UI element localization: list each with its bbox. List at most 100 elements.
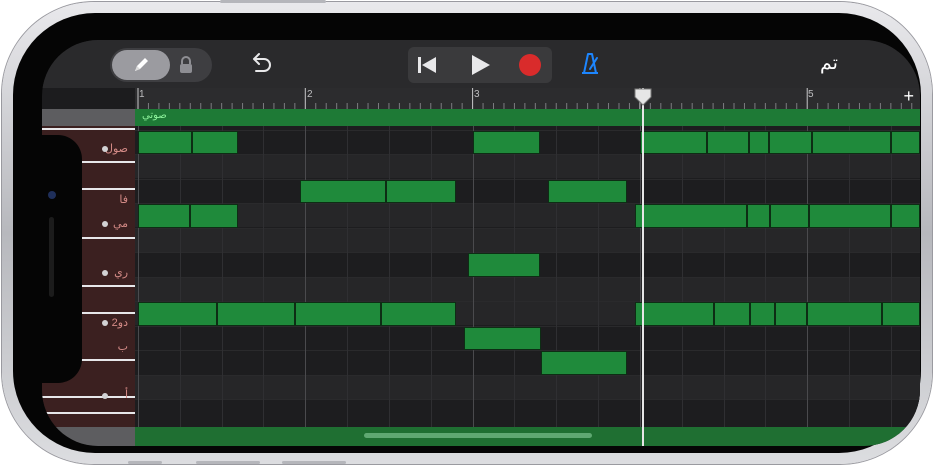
playhead-line[interactable]	[642, 88, 645, 446]
bar-ruler[interactable]: 1 2 3 4 5 +	[135, 86, 920, 109]
bar-line	[807, 126, 809, 427]
midi-note[interactable]	[713, 302, 751, 326]
sensor-notch	[42, 135, 82, 383]
bezel: تم 1 2 3 4 5 + صوتي	[13, 13, 921, 453]
midi-note[interactable]	[882, 302, 920, 326]
region-header-left	[42, 109, 135, 126]
midi-note[interactable]	[216, 302, 296, 326]
grid-row-line	[135, 178, 920, 180]
bar-line	[305, 126, 307, 427]
key-dot-la	[102, 393, 108, 399]
midi-note[interactable]	[138, 130, 192, 154]
region-name: صوتي	[142, 110, 167, 121]
ruler-ticks	[137, 88, 913, 109]
midi-note[interactable]	[890, 130, 920, 154]
beat-line	[347, 126, 349, 427]
add-section-button[interactable]: +	[903, 86, 914, 107]
bar-number-2: 2	[307, 89, 313, 100]
midi-note[interactable]	[768, 130, 813, 154]
volume-button-2	[196, 461, 260, 464]
key-divider	[42, 412, 135, 414]
midi-note[interactable]	[807, 302, 883, 326]
key-dot-re	[102, 270, 108, 276]
midi-note[interactable]	[746, 204, 771, 228]
grid-row-line	[135, 374, 920, 376]
record-button[interactable]	[515, 50, 545, 80]
midi-note[interactable]	[385, 179, 456, 203]
play-button[interactable]	[465, 50, 495, 80]
midi-note[interactable]	[295, 302, 381, 326]
go-to-start-button[interactable]	[412, 50, 442, 80]
midi-note[interactable]	[541, 351, 627, 375]
midi-note[interactable]	[472, 130, 540, 154]
region-bar[interactable]: صوتي	[135, 109, 920, 126]
key-divider	[42, 128, 135, 130]
midi-note[interactable]	[770, 204, 809, 228]
key-label-la: أ	[124, 389, 128, 401]
lock-icon	[180, 56, 192, 73]
metronome-button[interactable]	[575, 49, 605, 79]
grid-row-line	[135, 350, 920, 351]
grid-row-line	[135, 399, 920, 400]
beat-line	[723, 126, 725, 427]
bar-line	[472, 126, 474, 427]
grid-row-line	[135, 276, 920, 278]
done-button[interactable]: تم	[812, 52, 846, 78]
key-label-mi: مي	[112, 218, 128, 230]
grid-row	[135, 399, 920, 423]
piano-roll-grid[interactable]	[135, 126, 920, 427]
midi-note[interactable]	[639, 130, 707, 154]
midi-note[interactable]	[380, 302, 456, 326]
record-icon	[519, 54, 541, 76]
midi-note[interactable]	[191, 130, 239, 154]
undo-button[interactable]	[247, 50, 275, 78]
midi-note[interactable]	[464, 326, 542, 350]
skip-back-icon	[418, 57, 436, 73]
midi-note[interactable]	[750, 302, 776, 326]
midi-note[interactable]	[890, 204, 920, 228]
key-label-si: ب	[117, 341, 128, 353]
beat-line	[179, 126, 181, 427]
midi-note[interactable]	[467, 253, 540, 277]
control-bar: تم	[42, 40, 920, 88]
key-label-fa: فا	[119, 194, 128, 206]
phone-frame: تم 1 2 3 4 5 + صوتي	[2, 0, 932, 464]
bar-line	[639, 126, 641, 427]
midi-note[interactable]	[706, 130, 749, 154]
beat-line	[388, 126, 390, 427]
edit-mode-group	[110, 48, 212, 82]
beat-line	[221, 126, 223, 427]
beat-line	[890, 126, 892, 427]
midi-note[interactable]	[138, 204, 190, 228]
volume-button-3	[282, 461, 346, 464]
grid-row	[135, 374, 920, 399]
midi-note[interactable]	[748, 130, 769, 154]
key-dot-sol	[102, 146, 108, 152]
grid-row-line	[135, 227, 920, 229]
beat-line	[598, 126, 600, 427]
key-divider	[42, 396, 135, 398]
key-dot-mi	[102, 221, 108, 227]
midi-note[interactable]	[138, 302, 217, 326]
midi-note[interactable]	[808, 204, 891, 228]
midi-note[interactable]	[189, 204, 239, 228]
midi-note[interactable]	[634, 204, 747, 228]
midi-note[interactable]	[300, 179, 386, 203]
midi-note[interactable]	[812, 130, 891, 154]
pencil-button[interactable]	[112, 50, 170, 80]
home-indicator[interactable]	[364, 433, 592, 438]
key-label-do2: دو2	[111, 317, 128, 329]
grid-row	[135, 227, 920, 252]
beat-line	[765, 126, 767, 427]
beat-line	[430, 126, 432, 427]
playhead-handle[interactable]	[633, 88, 653, 108]
lock-button[interactable]	[174, 53, 198, 77]
midi-note[interactable]	[634, 302, 714, 326]
midi-note[interactable]	[547, 179, 627, 203]
grid-row	[135, 350, 920, 374]
midi-note[interactable]	[775, 302, 808, 326]
bar-number-1: 1	[139, 89, 145, 100]
volume-button-1	[128, 461, 162, 464]
speaker-grille	[49, 217, 54, 297]
bottom-left-strip	[42, 427, 135, 446]
